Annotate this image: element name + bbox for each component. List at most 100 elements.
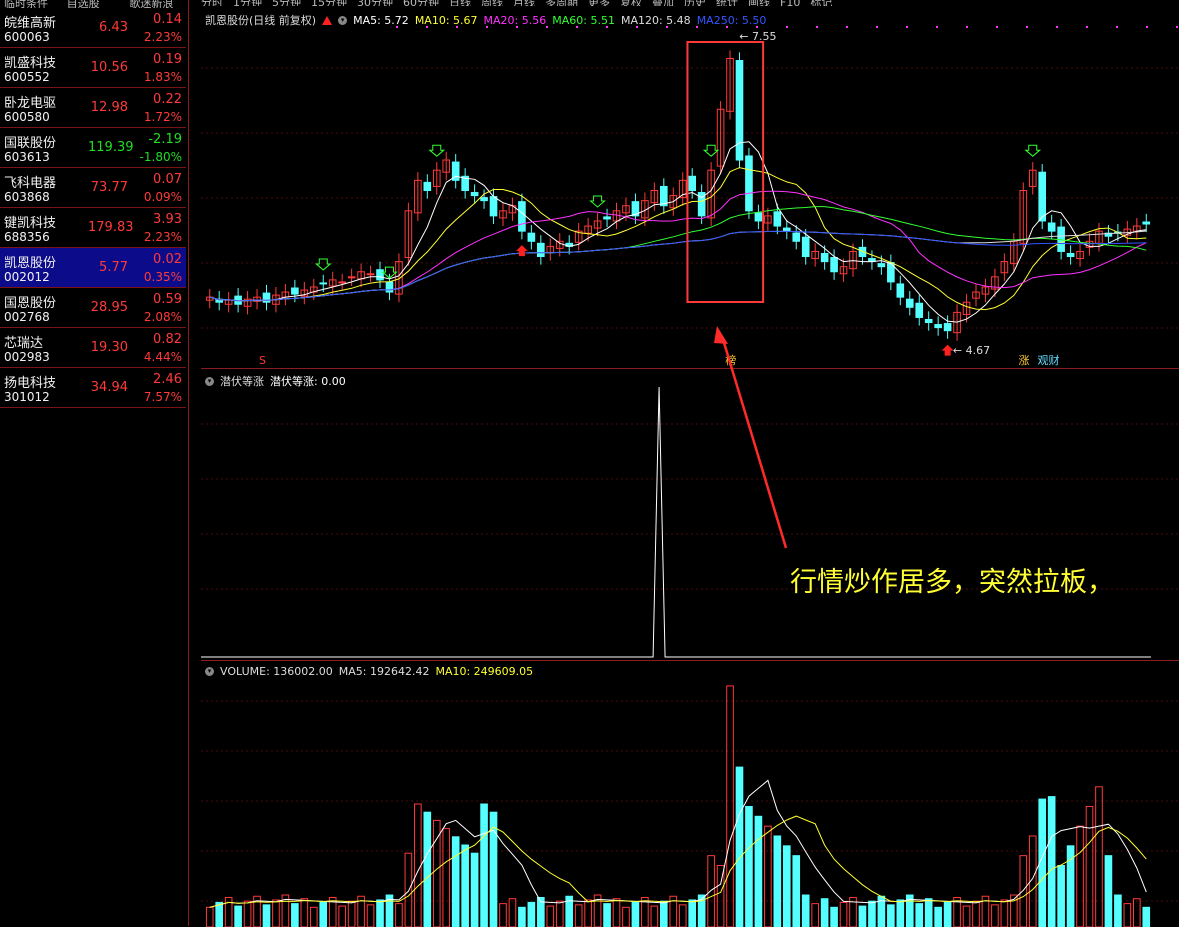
volume-bar — [206, 907, 213, 927]
buy-arrow-icon — [942, 345, 954, 356]
volume-bar — [840, 902, 847, 927]
stock-row[interactable]: 国联股份603613119.39-2.19-1.80% — [0, 128, 186, 168]
volume-panel[interactable]: ▾ VOLUME: 136002.00 MA5: 192642.42 MA10:… — [201, 660, 1179, 927]
watchlist-tab[interactable]: 自选股 — [63, 0, 126, 8]
volume-bar — [1115, 895, 1122, 927]
volume-bar — [1058, 866, 1065, 927]
candle-body — [746, 156, 753, 211]
price-chart-panel[interactable]: ← 7.55← 4.67榜涨观财S 凯恩股份(日线 前复权) ▾ MA5: 5.… — [201, 8, 1179, 368]
volume-bar — [963, 906, 970, 927]
stock-row[interactable]: 凯恩股份0020125.770.020.35% — [0, 248, 186, 288]
stock-pct: 1.72% — [144, 110, 182, 124]
volume-bar — [500, 904, 507, 927]
candle-body — [538, 243, 545, 256]
ma-label: MA60: 5.51 — [552, 14, 615, 27]
period-tab[interactable]: 1分钟 — [233, 0, 262, 6]
candle-body — [490, 197, 497, 216]
volume-bars — [206, 686, 1149, 927]
chevron-down-icon[interactable]: ▾ — [205, 377, 214, 386]
stock-name: 键凯科技 — [4, 212, 56, 231]
stock-name: 皖维高新 — [4, 12, 56, 31]
stock-row[interactable]: 国恩股份00276828.950.592.08% — [0, 288, 186, 328]
stock-pct: 0.35% — [144, 270, 182, 284]
volume-bar — [1133, 899, 1140, 927]
candle-body — [386, 282, 393, 292]
toolbar-button[interactable]: 统计 — [716, 0, 738, 6]
signal-dot — [906, 26, 908, 28]
volume-bar — [320, 902, 327, 927]
toolbar-button[interactable]: 历史 — [684, 0, 706, 6]
volume-bar — [339, 906, 346, 927]
volume-ma5: MA5: 192642.42 — [339, 665, 430, 678]
stock-price: 28.95 — [88, 300, 128, 315]
stock-chg: 2.46 — [153, 372, 182, 387]
candles — [206, 50, 1149, 340]
stock-pct: -1.80% — [140, 150, 182, 164]
stock-price: 12.98 — [88, 100, 128, 115]
stock-row[interactable]: 键凯科技688356179.833.932.23% — [0, 208, 186, 248]
candle-body — [1048, 223, 1055, 231]
stock-row[interactable]: 卧龙电驱60058012.980.221.72% — [0, 88, 186, 128]
stock-row[interactable]: 皖维高新6000636.430.142.23% — [0, 8, 186, 48]
candle-body — [1039, 172, 1046, 221]
stock-price: 6.43 — [88, 20, 128, 35]
candle-body — [1143, 222, 1150, 224]
candle-body — [339, 282, 346, 283]
chevron-down-icon[interactable]: ▾ — [205, 667, 214, 676]
period-tab[interactable]: 15分钟 — [311, 0, 347, 6]
toolbar-button[interactable]: 叠加 — [652, 0, 674, 6]
volume-bar — [973, 901, 980, 927]
volume-bar — [481, 804, 488, 927]
volume-chart[interactable] — [201, 661, 1179, 927]
watchlist-tab[interactable]: 临时条件 — [0, 0, 63, 8]
candle-body — [878, 264, 885, 267]
toolbar-button[interactable]: 复权 — [620, 0, 642, 6]
period-tab[interactable]: 60分钟 — [403, 0, 439, 6]
toolbar-button[interactable]: 标记 — [810, 0, 832, 6]
price-chart[interactable]: ← 7.55← 4.67榜涨观财S — [201, 8, 1179, 368]
indicator-chart[interactable] — [201, 369, 1179, 661]
stock-row[interactable]: 飞科电器60386873.770.070.09% — [0, 168, 186, 208]
toolbar-button[interactable]: F10 — [780, 0, 800, 6]
stock-pct: 4.44% — [144, 350, 182, 364]
stock-code: 600580 — [4, 110, 50, 124]
stock-pct: 1.83% — [144, 70, 182, 84]
volume-bar — [509, 899, 516, 927]
stock-row[interactable]: 凯盛科技60055210.560.191.83% — [0, 48, 186, 88]
candle-body — [377, 270, 384, 280]
toolbar-button[interactable]: 画线 — [748, 0, 770, 6]
candle-body — [604, 217, 611, 219]
stock-row[interactable]: 扬电科技30101234.942.467.57% — [0, 368, 186, 408]
signal-dot — [786, 26, 788, 28]
volume-bar — [783, 846, 790, 927]
stock-name: 国恩股份 — [4, 292, 56, 311]
stock-row[interactable]: 芯瑞达00298319.300.824.44% — [0, 328, 186, 368]
volume-bar — [301, 899, 308, 927]
volume-bar — [869, 901, 876, 927]
watchlist-header: 临时条件 自选股 歌迷新浪 — [0, 0, 188, 8]
period-tab[interactable]: 日线 — [449, 0, 471, 6]
period-tab[interactable]: 多周期 — [545, 0, 578, 6]
period-tab[interactable]: 周线 — [481, 0, 503, 6]
volume-bar — [1020, 856, 1027, 927]
stock-name: 卧龙电驱 — [4, 92, 56, 111]
stock-price: 179.83 — [88, 220, 128, 235]
period-tab[interactable]: 分时 — [201, 0, 223, 6]
period-tab[interactable]: 月线 — [513, 0, 535, 6]
sell-arrow-icon — [316, 259, 330, 270]
period-tab[interactable]: 更多 — [588, 0, 610, 6]
indicator-panel[interactable]: ▾ 潜伏等涨 潜伏等涨: 0.00 — [201, 368, 1179, 661]
ma-line — [210, 231, 1147, 301]
volume-gridlines — [201, 701, 1179, 901]
stock-pct: 2.23% — [144, 30, 182, 44]
stock-name: 飞科电器 — [4, 172, 56, 191]
chevron-down-icon[interactable]: ▾ — [338, 16, 347, 25]
stock-chg: 0.82 — [153, 332, 182, 347]
stock-pct: 0.09% — [144, 190, 182, 204]
watchlist-tab[interactable]: 歌迷新浪 — [125, 0, 188, 8]
candle-body — [424, 182, 431, 190]
period-tab[interactable]: 5分钟 — [272, 0, 301, 6]
period-tab[interactable]: 30分钟 — [357, 0, 393, 6]
volume-bar — [793, 856, 800, 927]
watchlist-sidebar: 临时条件 自选股 歌迷新浪 皖维高新6000636.430.142.23%凯盛科… — [0, 0, 189, 926]
